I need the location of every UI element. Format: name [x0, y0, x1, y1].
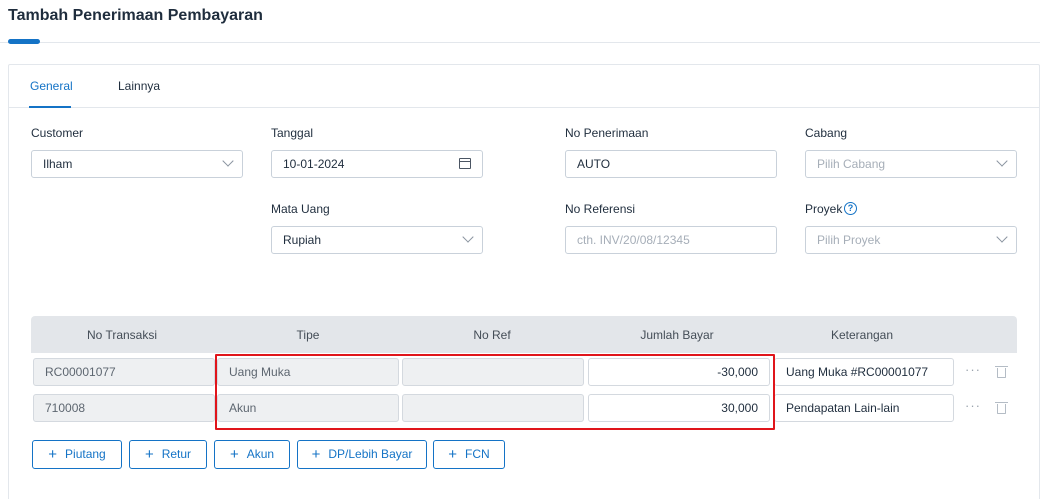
tanggal-label: Tanggal	[271, 126, 314, 140]
no-penerimaan-value: AUTO	[577, 157, 611, 171]
row-1-keterangan-input[interactable]: Uang Muka #RC00001077	[774, 358, 954, 386]
title-underline	[0, 42, 1040, 43]
row-2-no-transaksi: 710008	[33, 394, 215, 422]
calendar-icon[interactable]	[459, 158, 471, 169]
mata-uang-select[interactable]: Rupiah	[271, 226, 483, 254]
chevron-down-icon	[222, 155, 234, 167]
add-fcn-button[interactable]: + FCN	[433, 440, 505, 469]
mata-uang-label: Mata Uang	[271, 202, 330, 216]
no-referensi-placeholder: cth. INV/20/08/12345	[577, 233, 690, 247]
proyek-select[interactable]: Pilih Proyek	[805, 226, 1017, 254]
page-title: Tambah Penerimaan Pembayaran	[8, 7, 263, 24]
column-header-jumlah-bayar: Jumlah Bayar	[640, 328, 714, 342]
no-referensi-input[interactable]: cth. INV/20/08/12345	[565, 226, 777, 254]
trash-icon[interactable]	[995, 402, 1008, 414]
cabang-select[interactable]: Pilih Cabang	[805, 150, 1017, 178]
plus-icon: +	[311, 446, 321, 463]
column-header-tipe: Tipe	[296, 328, 320, 342]
help-icon[interactable]: ?	[844, 202, 857, 215]
more-options-icon[interactable]: ···	[965, 362, 981, 377]
no-referensi-label: No Referensi	[565, 202, 636, 216]
plus-icon: +	[48, 446, 58, 463]
add-piutang-button[interactable]: + Piutang	[32, 440, 122, 469]
no-penerimaan-input[interactable]: AUTO	[565, 150, 777, 178]
highlight-box	[215, 354, 775, 430]
plus-icon: +	[448, 446, 458, 463]
add-akun-button[interactable]: + Akun	[214, 440, 290, 469]
column-header-no-ref: No Ref	[473, 328, 511, 342]
table-header: No Transaksi Tipe No Ref Jumlah Bayar Ke…	[31, 316, 1017, 353]
tanggal-date-input[interactable]: 10-01-2024	[271, 150, 483, 178]
customer-label: Customer	[31, 126, 84, 140]
trash-icon[interactable]	[995, 366, 1008, 378]
column-header-no-transaksi: No Transaksi	[86, 328, 158, 342]
customer-select[interactable]: Ilham	[31, 150, 243, 178]
no-penerimaan-label: No Penerimaan	[565, 126, 649, 140]
chevron-down-icon	[996, 155, 1008, 167]
add-dp-lebih-bayar-button[interactable]: + DP/Lebih Bayar	[297, 440, 427, 469]
customer-value: Ilham	[43, 157, 73, 171]
tab-general[interactable]: General	[30, 79, 73, 93]
tab-active-indicator	[29, 106, 71, 108]
cabang-placeholder: Pilih Cabang	[817, 157, 886, 171]
form-card: General Lainnya Customer Ilham Tanggal 1…	[8, 64, 1040, 499]
plus-icon: +	[144, 446, 154, 463]
row-2-keterangan-input[interactable]: Pendapatan Lain-lain	[774, 394, 954, 422]
tab-bar: General Lainnya	[9, 65, 1039, 108]
title-accent-bar	[8, 39, 40, 44]
mata-uang-value: Rupiah	[283, 233, 322, 247]
proyek-placeholder: Pilih Proyek	[817, 233, 881, 247]
column-header-keterangan: Keterangan	[830, 328, 894, 342]
more-options-icon[interactable]: ···	[965, 398, 981, 413]
add-retur-button[interactable]: + Retur	[129, 440, 207, 469]
proyek-label: Proyek	[805, 202, 843, 216]
chevron-down-icon	[996, 231, 1008, 243]
tanggal-value: 10-01-2024	[283, 157, 345, 171]
plus-icon: +	[229, 446, 239, 463]
row-1-no-transaksi: RC00001077	[33, 358, 215, 386]
tab-lainnya[interactable]: Lainnya	[118, 79, 160, 93]
chevron-down-icon	[462, 231, 474, 243]
cabang-label: Cabang	[805, 126, 848, 140]
